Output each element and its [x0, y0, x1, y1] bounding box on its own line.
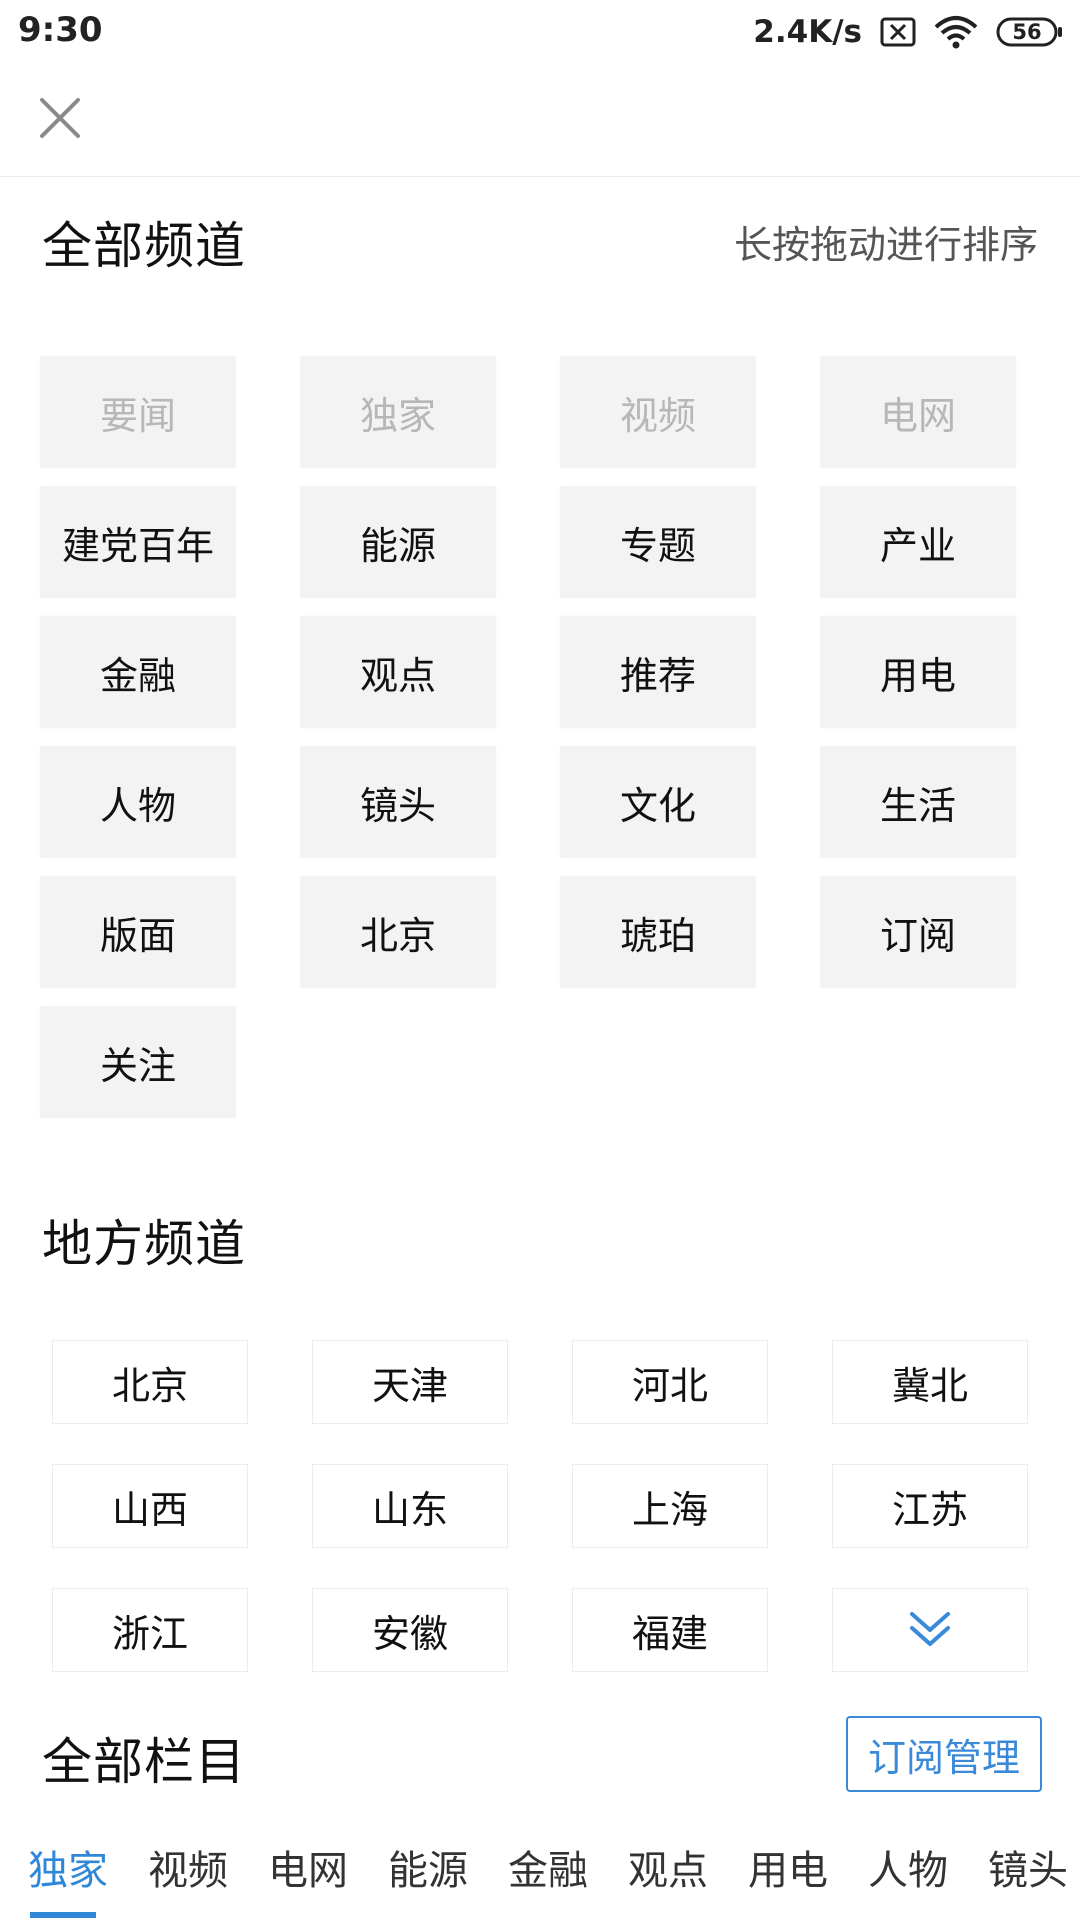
channel-chip[interactable]: 产业: [820, 486, 1016, 598]
channel-chip[interactable]: 人物: [40, 746, 236, 858]
local-channel-chip[interactable]: 江苏: [832, 1464, 1028, 1548]
local-channel-chip[interactable]: 北京: [52, 1340, 248, 1424]
tab-video[interactable]: 视频: [148, 1838, 228, 1896]
tab-exclusive[interactable]: 独家: [28, 1838, 108, 1896]
local-channel-chip[interactable]: 安徽: [312, 1588, 508, 1672]
local-channel-chip[interactable]: 冀北: [832, 1340, 1028, 1424]
tab-finance[interactable]: 金融: [508, 1838, 588, 1896]
channel-chip[interactable]: 关注: [40, 1006, 236, 1118]
sort-hint: 长按拖动进行排序: [733, 223, 1038, 267]
channel-chip[interactable]: 用电: [820, 616, 1016, 728]
local-channel-chip[interactable]: 河北: [572, 1340, 768, 1424]
tab-opinion[interactable]: 观点: [628, 1838, 708, 1896]
network-speed: 2.4K/s: [753, 14, 862, 50]
channel-chip[interactable]: 文化: [560, 746, 756, 858]
tab-power-use[interactable]: 用电: [748, 1838, 828, 1896]
local-channel-chip[interactable]: 浙江: [52, 1588, 248, 1672]
channel-chip[interactable]: 观点: [300, 616, 496, 728]
sim-off-icon: [880, 17, 916, 47]
channel-chip-fixed: 视频: [560, 356, 756, 468]
double-chevron-down-icon: [910, 1612, 950, 1646]
local-channel-chip[interactable]: 上海: [572, 1464, 768, 1548]
wifi-icon: [934, 15, 978, 49]
channel-chip[interactable]: 订阅: [820, 876, 1016, 988]
channel-chip[interactable]: 能源: [300, 486, 496, 598]
close-button[interactable]: [36, 94, 84, 142]
tab-people[interactable]: 人物: [868, 1838, 948, 1896]
channel-chip[interactable]: 生活: [820, 746, 1016, 858]
channel-chip[interactable]: 琥珀: [560, 876, 756, 988]
local-channels-title: 地方频道: [42, 1215, 246, 1273]
tab-lens[interactable]: 镜头: [988, 1838, 1068, 1896]
tab-grid[interactable]: 电网: [268, 1838, 348, 1896]
channel-chip[interactable]: 推荐: [560, 616, 756, 728]
channel-chip[interactable]: 金融: [40, 616, 236, 728]
expand-local-channels-button[interactable]: [832, 1588, 1028, 1672]
tab-energy[interactable]: 能源: [388, 1838, 468, 1896]
battery-icon: 56: [996, 17, 1064, 47]
top-bar: [0, 64, 1080, 177]
subscription-manage-button[interactable]: 订阅管理: [846, 1716, 1042, 1792]
channel-chip[interactable]: 北京: [300, 876, 496, 988]
channel-chip[interactable]: 建党百年: [40, 486, 236, 598]
close-icon: [40, 98, 80, 138]
column-tab-strip: 独家 视频 电网 能源 金融 观点 用电 人物 镜头: [0, 1830, 1080, 1920]
channel-chip-fixed: 要闻: [40, 356, 236, 468]
status-icons: 2.4K/s 56: [753, 12, 1064, 52]
status-bar: 9:30 2.4K/s 56: [0, 0, 1080, 64]
channel-chip[interactable]: 版面: [40, 876, 236, 988]
local-channel-chip[interactable]: 山西: [52, 1464, 248, 1548]
channel-chip[interactable]: 镜头: [300, 746, 496, 858]
channel-chip[interactable]: 专题: [560, 486, 756, 598]
status-time: 9:30: [18, 10, 103, 50]
local-channel-chip[interactable]: 山东: [312, 1464, 508, 1548]
local-channel-chip[interactable]: 福建: [572, 1588, 768, 1672]
local-channel-chip[interactable]: 天津: [312, 1340, 508, 1424]
battery-level: 56: [1012, 20, 1042, 44]
channel-chip-fixed: 独家: [300, 356, 496, 468]
active-tab-indicator: [30, 1912, 96, 1918]
all-columns-title: 全部栏目: [42, 1733, 246, 1791]
channel-chip-fixed: 电网: [820, 356, 1016, 468]
all-channels-title: 全部频道: [42, 217, 246, 275]
